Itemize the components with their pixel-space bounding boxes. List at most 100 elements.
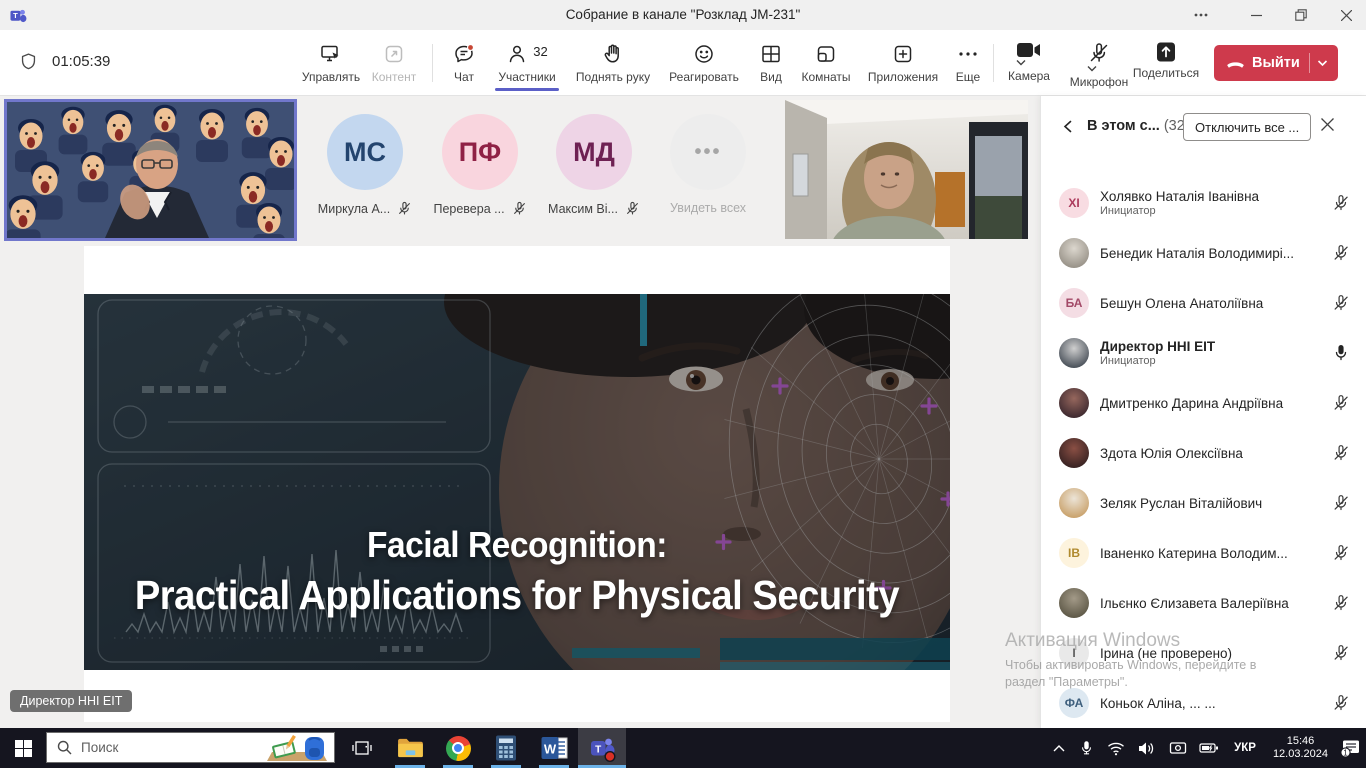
avatar: МС [327,114,403,190]
participant-avatar [1059,588,1089,618]
manage-button[interactable]: Управлять [298,30,364,96]
react-button[interactable]: Реагировать [659,30,749,96]
tray-chevron-icon[interactable] [1046,728,1072,768]
view-icon [759,41,783,67]
teams-app-icon[interactable]: T [578,728,626,768]
camera-button[interactable]: Камера [995,30,1063,96]
close-window-button[interactable] [1326,0,1366,30]
tray-time: 15:46 [1273,735,1328,748]
restore-button[interactable] [1281,0,1321,30]
security-shield-icon [18,51,39,73]
mic-status-icon[interactable] [1332,244,1352,262]
participant-row[interactable]: ІВ Іваненко Катерина Володим... [1041,528,1366,578]
shared-screen-area: Facial Recognition: Practical Applicatio… [84,246,950,722]
more-button[interactable]: Еще [947,30,989,96]
tray-wifi-icon[interactable] [1100,728,1131,768]
file-explorer-icon[interactable] [386,728,434,768]
avatar: ••• [670,114,746,190]
rooms-label: Комнаты [801,70,850,84]
mic-status-icon[interactable] [1332,544,1352,562]
rooms-button[interactable]: Комнаты [793,30,859,96]
participant-row[interactable]: ФА Коньок Аліна, ... ... [1041,678,1366,728]
word-icon[interactable]: W [530,728,578,768]
view-button[interactable]: Вид [749,30,793,96]
mic-status-icon[interactable] [1332,344,1352,362]
camera-label: Камера [1008,69,1050,83]
window-title: Собрание в канале "Розклад JM-231" [0,0,1366,30]
presenter-video-frame [7,102,294,238]
participant-row[interactable]: І Ірина (не проверено) [1041,628,1366,678]
microphone-button[interactable]: Микрофон [1063,30,1135,96]
back-icon[interactable] [1061,119,1075,134]
tray-mic-icon[interactable] [1072,728,1100,768]
share-label: Поделиться [1133,66,1199,80]
participant-avatar [1059,238,1089,268]
apps-button[interactable]: Приложения [859,30,947,96]
toolbar-divider [993,44,994,82]
raise-hand-icon [601,41,625,67]
participant-video-tile[interactable] [785,100,1028,239]
participant-row[interactable]: Директор ННІ ЕІТ Инициатор [1041,328,1366,378]
avatar: ПФ [442,114,518,190]
participant-name: Дмитренко Дарина Андріївна [1100,396,1324,411]
mic-status-icon[interactable] [1332,694,1352,712]
participant-tile[interactable]: МД Максим Ві... [534,114,654,216]
participants-count: 32 [533,44,547,59]
mic-status-icon[interactable] [1332,294,1352,312]
close-panel-icon[interactable] [1321,118,1334,131]
tray-battery-icon[interactable] [1193,728,1225,768]
presenter-name-pill: Директор ННІ ЕІТ [10,690,132,712]
search-icon [57,740,72,755]
task-view-button[interactable] [338,728,386,768]
camera-chevron-icon [1016,59,1026,66]
mic-status-icon[interactable] [1332,644,1352,662]
mic-status-icon[interactable] [1332,444,1352,462]
leave-button[interactable]: Выйти [1214,45,1338,81]
svg-text:T: T [595,744,601,755]
chat-icon [452,41,476,67]
calculator-icon[interactable] [482,728,530,768]
share-button[interactable]: Поделиться [1133,30,1199,96]
participant-tile[interactable]: ••• Увидеть всех [648,114,768,215]
raise-hand-button[interactable]: Поднять руку [567,30,659,96]
chrome-icon[interactable] [434,728,482,768]
windows-logo-icon [15,740,32,757]
panel-title: В этом с...(32) [1087,118,1190,134]
participant-row[interactable]: Бенедик Наталія Володимирі... [1041,228,1366,278]
participants-button[interactable]: 32 Участники [487,30,567,96]
tray-clock[interactable]: 15:46 12.03.2024 [1265,735,1336,761]
minimize-button[interactable] [1236,0,1276,30]
microphone-label: Микрофон [1070,75,1128,89]
search-highlight-illustration[interactable] [261,734,333,763]
mute-all-button[interactable]: Отключить все ... [1183,113,1311,141]
notification-center-icon[interactable]: 1 [1336,728,1364,768]
participant-avatar: І [1059,638,1089,668]
participant-row[interactable]: ХІ Холявко Наталія Іванівна Инициатор [1041,178,1366,228]
participant-row[interactable]: Зеляк Руслан Віталійович [1041,478,1366,528]
tray-camera-icon[interactable] [1162,728,1193,768]
panel-title-text: В этом с... [1087,118,1160,134]
mic-status-icon[interactable] [1332,494,1352,512]
svg-text:W: W [543,742,556,757]
camera-icon [1016,41,1042,59]
leave-chevron-icon[interactable] [1317,59,1328,67]
start-button[interactable] [0,728,46,768]
mic-status-icon[interactable] [1332,194,1352,212]
presentation-slide: Facial Recognition: Practical Applicatio… [84,294,950,670]
taskbar-search-input[interactable]: Поиск [46,732,335,763]
language-indicator[interactable]: УКР [1225,742,1265,754]
participant-avatar [1059,488,1089,518]
chat-button[interactable]: Чат [441,30,487,96]
participant-row[interactable]: БА Бешун Олена Анатоліївна [1041,278,1366,328]
mic-status-icon[interactable] [1332,594,1352,612]
mic-status-icon[interactable] [1332,394,1352,412]
participant-row[interactable]: Ільєнко Єлизавета Валеріївна [1041,578,1366,628]
tray-volume-icon[interactable] [1131,728,1162,768]
titlebar-more-icon[interactable] [1181,0,1221,30]
participant-tile[interactable]: ПФ Перевера ... [420,114,540,216]
participant-row[interactable]: Дмитренко Дарина Андріївна [1041,378,1366,428]
participant-row[interactable]: Здота Юлія Олексіївна [1041,428,1366,478]
presenter-video-tile[interactable] [4,99,297,241]
avatar: МД [556,114,632,190]
participant-tile[interactable]: МС Миркула А... [305,114,425,216]
